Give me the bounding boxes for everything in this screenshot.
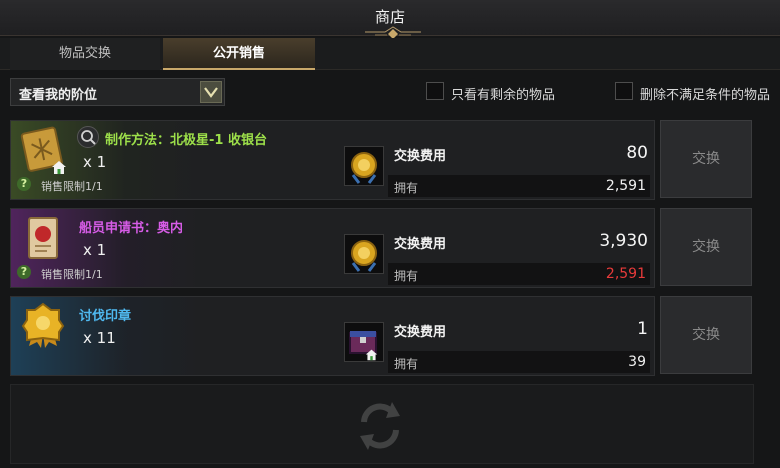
gold-coin-icon bbox=[351, 152, 377, 184]
list-item: 制作方法：北极星-1 收银台 x 1 ? 销售限制1/1 交换费用 80 拥有 … bbox=[10, 120, 655, 200]
sale-limit: 销售限制1/1 bbox=[41, 180, 103, 193]
owned-value: 2,591 bbox=[605, 178, 646, 194]
house-icon bbox=[365, 349, 378, 361]
cost-area: 交换费用 3,930 拥有 2,591 bbox=[338, 209, 654, 287]
remaining-only-checkbox[interactable] bbox=[426, 82, 444, 100]
cost-value: 3,930 bbox=[599, 231, 648, 251]
rank-filter-dropdown[interactable]: 查看我的阶位 bbox=[10, 78, 225, 106]
owned-value: 39 bbox=[628, 354, 646, 370]
cost-label: 交换费用 bbox=[394, 149, 447, 164]
item-quantity: x 1 bbox=[83, 153, 107, 171]
list-item: 讨伐印章 x 11 交换费用 1 拥有 39 bbox=[10, 296, 655, 376]
exchange-button[interactable]: 交换 bbox=[660, 120, 752, 198]
dropdown-value: 查看我的阶位 bbox=[19, 88, 98, 103]
cost-label: 交换费用 bbox=[394, 325, 447, 340]
cost-value: 1 bbox=[637, 319, 648, 339]
gold-medal-icon bbox=[21, 302, 65, 348]
window-title: 商店 bbox=[374, 8, 405, 26]
list-item: 船员申请书：奥内 x 1 ? 销售限制1/1 交换费用 3,930 拥有 2,5… bbox=[10, 208, 655, 288]
crew-application-icon bbox=[28, 217, 58, 259]
gold-coin-icon bbox=[351, 240, 377, 272]
search-icon[interactable] bbox=[77, 126, 99, 148]
title-bar: 商店 bbox=[0, 0, 780, 39]
item-name[interactable]: 制作方法：北极星-1 收银台 bbox=[105, 129, 267, 148]
item-quantity: x 1 bbox=[83, 241, 107, 259]
help-icon[interactable]: ? bbox=[17, 177, 31, 191]
remaining-only-label: 只看有剩余的物品 bbox=[451, 88, 556, 103]
house-icon bbox=[52, 161, 66, 174]
chevron-down-icon[interactable] bbox=[200, 81, 222, 103]
item-name[interactable]: 船员申请书：奥内 bbox=[79, 217, 183, 236]
cost-area: 交换费用 1 拥有 39 bbox=[338, 297, 654, 375]
hide-ineligible-checkbox[interactable] bbox=[615, 82, 633, 100]
item-name[interactable]: 讨伐印章 bbox=[79, 305, 131, 324]
cost-label: 交换费用 bbox=[394, 237, 447, 252]
tab-public-sale[interactable]: 公开销售 bbox=[163, 38, 315, 70]
sale-limit: 销售限制1/1 bbox=[41, 268, 103, 281]
hide-ineligible-label: 删除不满足条件的物品 bbox=[640, 88, 771, 103]
tab-item-exchange[interactable]: 物品交换 bbox=[10, 38, 160, 70]
exchange-button[interactable]: 交换 bbox=[660, 208, 752, 286]
item-quantity: x 11 bbox=[83, 329, 116, 347]
owned-label: 拥有 bbox=[394, 357, 419, 371]
owned-label: 拥有 bbox=[394, 181, 419, 195]
exchange-button[interactable]: 交换 bbox=[660, 296, 752, 374]
tab-bar: 物品交换 公开销售 bbox=[0, 38, 780, 70]
help-icon[interactable]: ? bbox=[17, 265, 31, 279]
refresh-icon bbox=[360, 402, 400, 450]
owned-label: 拥有 bbox=[394, 269, 419, 283]
cost-value: 80 bbox=[626, 143, 648, 163]
owned-value-insufficient: 2,591 bbox=[605, 266, 646, 282]
cost-area: 交换费用 80 拥有 2,591 bbox=[338, 121, 654, 199]
